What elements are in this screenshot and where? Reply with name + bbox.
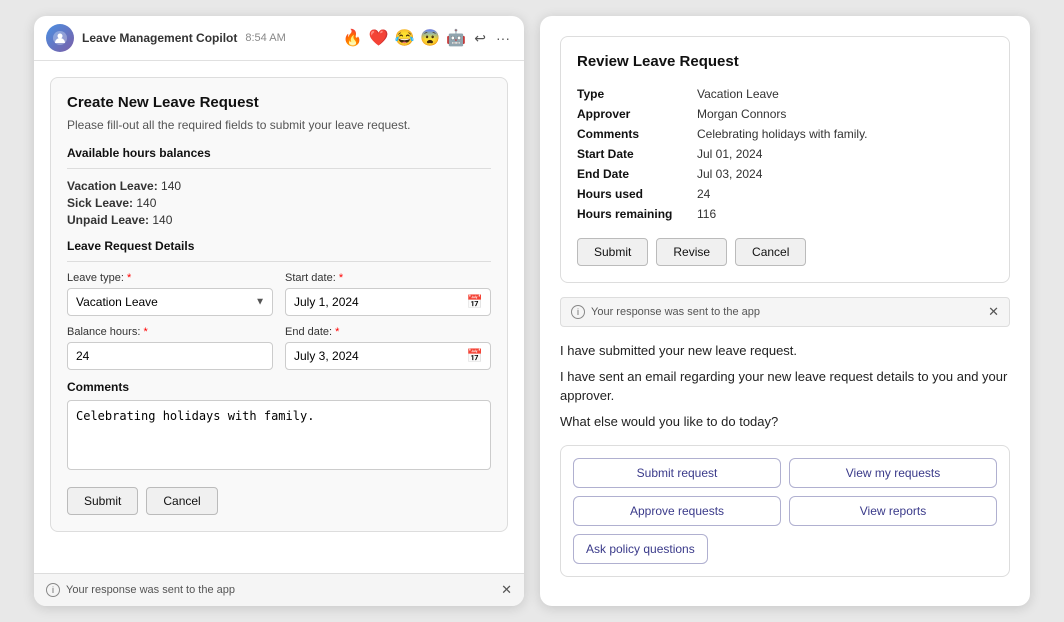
emoji-fear[interactable]: 😨: [420, 28, 440, 48]
start-date-wrapper: 📅: [285, 288, 491, 316]
form-actions: Submit Cancel: [67, 487, 491, 515]
review-table: Type Vacation Leave Approver Morgan Conn…: [577, 84, 993, 224]
table-row: Approver Morgan Connors: [577, 104, 993, 124]
end-date-input[interactable]: [285, 342, 491, 370]
field-value-approver: Morgan Connors: [697, 104, 993, 124]
field-value-end-date: Jul 03, 2024: [697, 164, 993, 184]
review-leave-card: Review Leave Request Type Vacation Leave…: [560, 36, 1010, 283]
field-label-end-date: End Date: [577, 164, 697, 184]
cancel-button[interactable]: Cancel: [146, 487, 217, 515]
avatar: [46, 24, 74, 52]
start-date-label: Start date: *: [285, 272, 491, 284]
review-actions: Submit Revise Cancel: [577, 238, 993, 266]
details-label: Leave Request Details: [67, 239, 491, 253]
field-label-approver: Approver: [577, 104, 697, 124]
table-row: End Date Jul 03, 2024: [577, 164, 993, 184]
quick-view-reports[interactable]: View reports: [789, 496, 997, 526]
field-value-comments: Celebrating holidays with family.: [697, 124, 993, 144]
field-value-hours-used: 24: [697, 184, 993, 204]
divider-balances: [67, 168, 491, 169]
table-row: Comments Celebrating holidays with famil…: [577, 124, 993, 144]
chat-messages-right: I have submitted your new leave request.…: [560, 341, 1010, 431]
end-date-label: End date: *: [285, 326, 491, 338]
field-label-hours-remaining: Hours remaining: [577, 204, 697, 224]
comments-label: Comments: [67, 380, 491, 394]
message-2: I have sent an email regarding your new …: [560, 367, 1010, 406]
group-end-date: End date: * 📅: [285, 326, 491, 370]
reply-icon[interactable]: ↩: [472, 28, 488, 49]
group-leave-type: Leave type: * Vacation Leave Sick Leave …: [67, 272, 273, 316]
start-date-input[interactable]: [285, 288, 491, 316]
field-label-comments: Comments: [577, 124, 697, 144]
emoji-laugh[interactable]: 😂: [395, 28, 415, 48]
comments-textarea[interactable]: Celebrating holidays with family.: [67, 400, 491, 470]
form-subtitle: Please fill-out all the required fields …: [67, 117, 491, 134]
table-row: Hours remaining 116: [577, 204, 993, 224]
group-balance-hours: Balance hours: *: [67, 326, 273, 370]
right-chat-panel: Review Leave Request Type Vacation Leave…: [540, 16, 1030, 606]
leave-type-select-wrapper: Vacation Leave Sick Leave Unpaid Leave ▼: [67, 288, 273, 316]
emoji-fire[interactable]: 🔥: [343, 28, 363, 48]
quick-actions-panel: Submit request View my requests Approve …: [560, 445, 1010, 577]
field-label-hours-used: Hours used: [577, 184, 697, 204]
balance-sick: Sick Leave: 140: [67, 196, 491, 210]
leave-type-label: Leave type: *: [67, 272, 273, 284]
review-cancel-button[interactable]: Cancel: [735, 238, 806, 266]
close-notification-left[interactable]: ✕: [501, 582, 512, 598]
right-notification-bar: i Your response was sent to the app ✕: [560, 297, 1010, 327]
chat-header: Leave Management Copilot 8:54 AM 🔥 ❤️ 😂 …: [34, 16, 524, 61]
balance-hours-input[interactable]: [67, 342, 273, 370]
left-notification-bar: i Your response was sent to the app ✕: [34, 573, 524, 606]
field-label-type: Type: [577, 84, 697, 104]
group-start-date: Start date: * 📅: [285, 272, 491, 316]
table-row: Hours used 24: [577, 184, 993, 204]
quick-approve-requests[interactable]: Approve requests: [573, 496, 781, 526]
message-3: What else would you like to do today?: [560, 412, 1010, 432]
emoji-robot[interactable]: 🤖: [446, 28, 466, 48]
balance-vacation: Vacation Leave: 140: [67, 179, 491, 193]
quick-view-my-requests[interactable]: View my requests: [789, 458, 997, 488]
quick-submit-request[interactable]: Submit request: [573, 458, 781, 488]
notification-text-right: Your response was sent to the app: [591, 306, 760, 318]
table-row: Start Date Jul 01, 2024: [577, 144, 993, 164]
chat-title: Leave Management Copilot: [82, 31, 237, 45]
field-value-hours-remaining: 116: [697, 204, 993, 224]
left-chat-panel: Leave Management Copilot 8:54 AM 🔥 ❤️ 😂 …: [34, 16, 524, 606]
notification-text-left: Your response was sent to the app: [66, 584, 235, 596]
divider-details: [67, 261, 491, 262]
close-notification-right[interactable]: ✕: [988, 304, 999, 320]
chat-body: Create New Leave Request Please fill-out…: [34, 61, 524, 573]
quick-ask-policy[interactable]: Ask policy questions: [573, 534, 708, 564]
emoji-heart[interactable]: ❤️: [369, 28, 389, 48]
field-value-type: Vacation Leave: [697, 84, 993, 104]
review-revise-button[interactable]: Revise: [656, 238, 727, 266]
message-1: I have submitted your new leave request.: [560, 341, 1010, 361]
chat-time: 8:54 AM: [245, 32, 285, 44]
form-title: Create New Leave Request: [67, 94, 491, 111]
more-icon[interactable]: ···: [494, 28, 512, 48]
table-row: Type Vacation Leave: [577, 84, 993, 104]
field-label-start-date: Start Date: [577, 144, 697, 164]
submit-button[interactable]: Submit: [67, 487, 138, 515]
row-balance-end: Balance hours: * End date: * 📅: [67, 326, 491, 370]
review-submit-button[interactable]: Submit: [577, 238, 648, 266]
field-value-start-date: Jul 01, 2024: [697, 144, 993, 164]
row-leave-start: Leave type: * Vacation Leave Sick Leave …: [67, 272, 491, 316]
review-title: Review Leave Request: [577, 53, 993, 70]
balance-hours-label: Balance hours: *: [67, 326, 273, 338]
header-icons: 🔥 ❤️ 😂 😨 🤖 ↩ ···: [343, 28, 512, 49]
create-leave-form-card: Create New Leave Request Please fill-out…: [50, 77, 508, 532]
balances-label: Available hours balances: [67, 146, 491, 160]
info-icon-right: i: [571, 305, 585, 319]
balance-unpaid: Unpaid Leave: 140: [67, 213, 491, 227]
leave-type-select[interactable]: Vacation Leave Sick Leave Unpaid Leave: [67, 288, 273, 316]
end-date-wrapper: 📅: [285, 342, 491, 370]
info-icon-left: i: [46, 583, 60, 597]
